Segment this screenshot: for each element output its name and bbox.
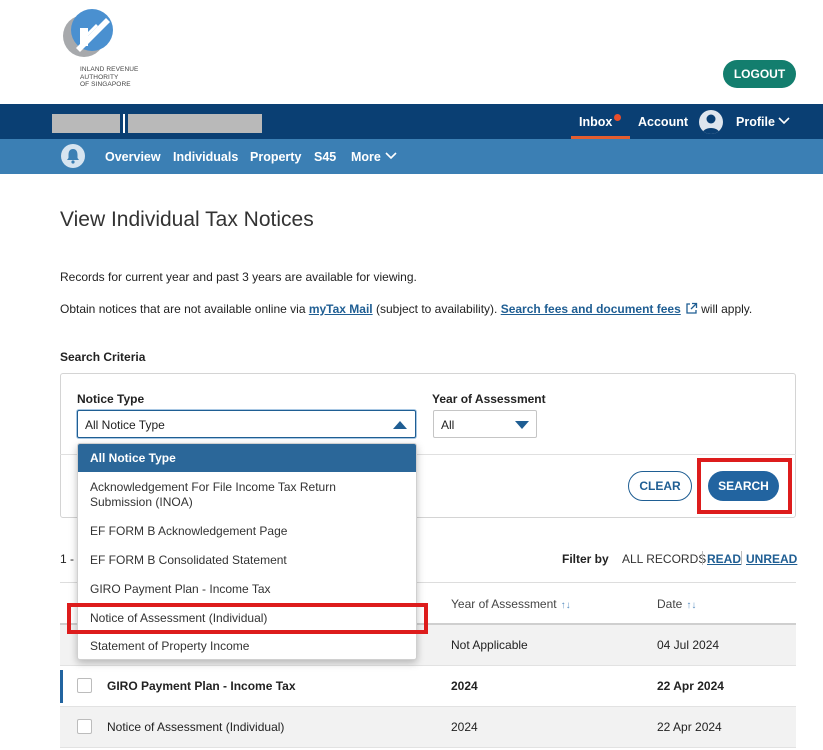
row-notice-name[interactable]: GIRO Payment Plan - Income Tax (107, 679, 296, 693)
column-header-year-label: Year of Assessment (451, 597, 557, 611)
sort-icon[interactable]: ↑↓ (686, 600, 696, 611)
chevron-down-icon[interactable] (778, 116, 790, 126)
row-date: 22 Apr 2024 (657, 720, 722, 734)
clear-button[interactable]: CLEAR (628, 471, 692, 501)
table-row[interactable]: GIRO Payment Plan - Income Tax 2024 22 A… (60, 666, 796, 707)
nav-account[interactable]: Account (638, 104, 688, 140)
table-row[interactable]: Notice of Assessment (Individual) 2024 2… (60, 707, 796, 748)
nav-inbox[interactable]: Inbox (579, 104, 612, 139)
chevron-down-icon[interactable] (385, 151, 397, 161)
nav-s45[interactable]: S45 (314, 139, 336, 176)
notice-type-select[interactable]: All Notice Type (77, 410, 416, 438)
row-date: 04 Jul 2024 (657, 638, 720, 652)
dropdown-option-inoa[interactable]: Acknowledgement For File Income Tax Retu… (78, 480, 398, 510)
nav-profile[interactable]: Profile (736, 104, 775, 140)
search-button-highlight (697, 458, 792, 514)
noa-option-highlight (67, 603, 428, 634)
row-date: 22 Apr 2024 (657, 679, 724, 693)
filter-all-records[interactable]: ALL RECORDS (622, 552, 706, 566)
year-of-assessment-label: Year of Assessment (432, 392, 546, 406)
logo-line-3: OF SINGAPORE (80, 81, 131, 88)
external-link-icon[interactable] (685, 302, 698, 315)
logo-text: INLAND REVENUE AUTHORITY OF SINGAPORE (80, 66, 138, 89)
dropdown-option-all[interactable]: All Notice Type (78, 444, 416, 472)
filter-by-label: Filter by (562, 552, 609, 566)
year-selected-value: All (441, 418, 455, 432)
row-year: 2024 (451, 679, 478, 693)
nav-more[interactable]: More (351, 139, 381, 176)
sort-icon[interactable]: ↑↓ (561, 600, 571, 611)
page-title: View Individual Tax Notices (60, 208, 314, 231)
logo-line-2: AUTHORITY (80, 73, 119, 81)
row-year: 2024 (451, 720, 478, 734)
dropdown-option-efb-ack[interactable]: EF FORM B Acknowledgement Page (78, 524, 416, 539)
redaction-divider (123, 114, 125, 133)
column-header-date[interactable]: Date ↑↓ (657, 597, 696, 611)
notice-type-selected-value: All Notice Type (85, 418, 165, 432)
dropdown-option-efb-consolidated[interactable]: EF FORM B Consolidated Statement (78, 553, 416, 568)
obtain-middle: (subject to availability). (372, 302, 501, 316)
iras-logo[interactable]: INLAND REVENUE AUTHORITY OF SINGAPORE (62, 8, 152, 98)
column-header-year[interactable]: Year of Assessment ↑↓ (451, 597, 571, 611)
nav-overview[interactable]: Overview (105, 139, 161, 176)
fees-link[interactable]: Search fees and document fees (501, 302, 681, 316)
primary-nav-bar: Inbox Account Profile (0, 104, 823, 139)
filter-divider (741, 551, 742, 565)
logout-button[interactable]: LOGOUT (723, 60, 796, 88)
nav-individuals[interactable]: Individuals (173, 139, 238, 176)
row-year: Not Applicable (451, 638, 528, 652)
logo-line-1: INLAND REVENUE (80, 66, 139, 73)
bell-icon[interactable] (61, 144, 85, 168)
row-notice-name[interactable]: Notice of Assessment (Individual) (107, 720, 284, 734)
iras-logo-mark-icon (63, 9, 113, 57)
dropdown-option-giro[interactable]: GIRO Payment Plan - Income Tax (78, 582, 416, 597)
notice-type-label: Notice Type (77, 392, 145, 406)
top-header: INLAND REVENUE AUTHORITY OF SINGAPORE LO… (0, 0, 823, 104)
mytax-mail-link[interactable]: myTax Mail (309, 302, 373, 316)
column-header-date-label: Date (657, 597, 683, 611)
row-checkbox[interactable] (77, 719, 92, 734)
dropdown-option-property[interactable]: Statement of Property Income (78, 639, 416, 654)
obtain-prefix: Obtain notices that are not available on… (60, 302, 309, 316)
obtain-suffix: will apply. (697, 302, 753, 316)
filter-read[interactable]: READ (707, 552, 741, 566)
unread-indicator (60, 670, 63, 703)
records-info-text: Records for current year and past 3 year… (60, 270, 417, 284)
obtain-notices-text: Obtain notices that are not available on… (60, 302, 752, 316)
caret-down-icon (515, 421, 529, 429)
nav-property[interactable]: Property (250, 139, 301, 176)
row-checkbox[interactable] (77, 678, 92, 693)
caret-up-icon (393, 421, 407, 429)
year-of-assessment-select[interactable]: All (433, 410, 537, 438)
inbox-unread-dot (614, 114, 621, 121)
redacted-user-name (128, 114, 262, 133)
filter-unread[interactable]: UNREAD (746, 552, 797, 566)
secondary-nav-bar: Overview Individuals Property S45 More (0, 139, 823, 174)
avatar-icon[interactable] (699, 110, 723, 134)
search-criteria-heading: Search Criteria (60, 350, 146, 364)
redacted-user-id (52, 114, 120, 133)
filter-divider (702, 551, 703, 565)
